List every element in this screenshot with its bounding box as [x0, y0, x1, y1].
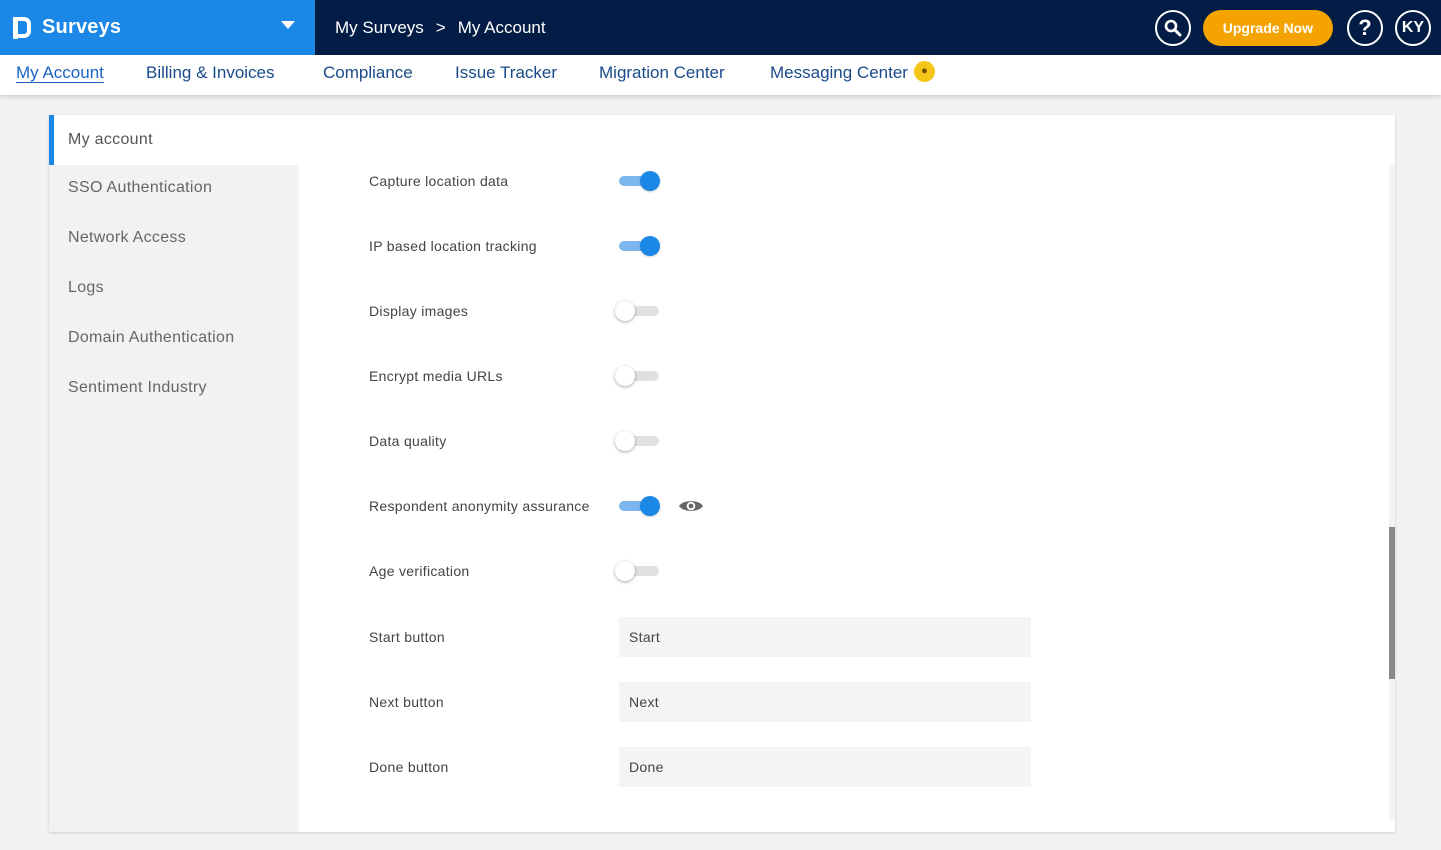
setting-row: Capture location data: [369, 161, 1069, 201]
subnav-migration-center[interactable]: Migration Center: [599, 63, 725, 83]
brand-logo-icon: [12, 16, 31, 39]
setting-label: Encrypt media URLs: [369, 368, 503, 384]
eye-icon[interactable]: [678, 498, 704, 514]
avatar[interactable]: KY: [1395, 9, 1431, 46]
setting-label: IP based location tracking: [369, 238, 537, 254]
respondent-anonymity-toggle[interactable]: [619, 496, 661, 516]
subnav-billing-invoices[interactable]: Billing & Invoices: [146, 63, 275, 83]
settings-panel: Capture location data IP based location …: [299, 165, 1389, 832]
search-icon: [1164, 19, 1182, 36]
setting-label: Capture location data: [369, 173, 509, 189]
brand-name: Surveys: [42, 16, 122, 38]
start-button-text-input[interactable]: [619, 617, 1031, 657]
setting-row: Next button: [369, 682, 1069, 722]
setting-label: Age verification: [369, 563, 470, 579]
breadcrumb: My Surveys > My Account: [335, 0, 546, 55]
done-button-text-input[interactable]: [619, 747, 1031, 787]
setting-label: Display images: [369, 303, 469, 319]
sidebar-item-logs[interactable]: Logs: [49, 263, 299, 313]
setting-label: Done button: [369, 759, 449, 775]
breadcrumb-separator: >: [435, 17, 446, 37]
next-button-text-input[interactable]: [619, 682, 1031, 722]
age-verification-toggle[interactable]: [615, 561, 661, 581]
setting-row: Start button: [369, 617, 1069, 657]
panel-scrollbar[interactable]: [1389, 165, 1395, 820]
breadcrumb-my-account: My Account: [457, 17, 546, 37]
account-subnav: My Account Billing & Invoices Compliance…: [0, 55, 1441, 95]
display-images-toggle[interactable]: [615, 301, 661, 321]
setting-row: Data quality: [369, 421, 1069, 461]
help-button[interactable]: ?: [1347, 9, 1383, 46]
app-switcher[interactable]: Surveys: [0, 0, 315, 55]
chevron-down-icon[interactable]: [281, 21, 295, 29]
setting-row: Respondent anonymity assurance: [369, 486, 1069, 526]
breadcrumb-my-surveys[interactable]: My Surveys: [335, 18, 424, 38]
sidebar-item-network-access[interactable]: Network Access: [49, 213, 299, 263]
top-actions: Upgrade Now ? KY: [1154, 0, 1431, 55]
setting-label: Next button: [369, 694, 444, 710]
setting-row: Done button: [369, 747, 1069, 787]
setting-row: Age verification: [369, 551, 1069, 591]
subnav-issue-tracker[interactable]: Issue Tracker: [455, 63, 557, 83]
setting-label: Start button: [369, 629, 445, 645]
capture-location-data-toggle[interactable]: [619, 171, 661, 191]
settings-card: My account SSO Authentication Network Ac…: [49, 115, 1395, 832]
help-icon: ?: [1358, 14, 1372, 40]
subnav-compliance[interactable]: Compliance: [323, 63, 413, 83]
subnav-my-account[interactable]: My Account: [16, 63, 104, 83]
sidebar-item-my-account[interactable]: My account: [49, 115, 299, 165]
setting-label: Respondent anonymity assurance: [369, 498, 590, 514]
ip-location-tracking-toggle[interactable]: [619, 236, 661, 256]
setting-row: Display images: [369, 291, 1069, 331]
encrypt-media-urls-toggle[interactable]: [615, 366, 661, 386]
subnav-messaging-center-label: Messaging Center: [770, 63, 908, 82]
setting-row: Encrypt media URLs: [369, 356, 1069, 396]
sidebar-item-sso-authentication[interactable]: SSO Authentication: [49, 163, 299, 213]
settings-sidebar: My account SSO Authentication Network Ac…: [49, 115, 299, 832]
setting-label: Data quality: [369, 433, 447, 449]
sidebar-item-domain-authentication[interactable]: Domain Authentication: [49, 313, 299, 363]
top-bar: Surveys My Surveys > My Account Upgrade …: [0, 0, 1441, 55]
subnav-messaging-center[interactable]: Messaging Center ●: [770, 61, 935, 84]
scrollbar-thumb[interactable]: [1389, 527, 1395, 679]
search-button[interactable]: [1154, 9, 1191, 46]
medal-icon: ●: [913, 61, 935, 83]
sidebar-item-sentiment-industry[interactable]: Sentiment Industry: [49, 363, 299, 413]
upgrade-now-button[interactable]: Upgrade Now: [1202, 9, 1333, 46]
data-quality-toggle[interactable]: [615, 431, 661, 451]
setting-row: IP based location tracking: [369, 226, 1069, 266]
